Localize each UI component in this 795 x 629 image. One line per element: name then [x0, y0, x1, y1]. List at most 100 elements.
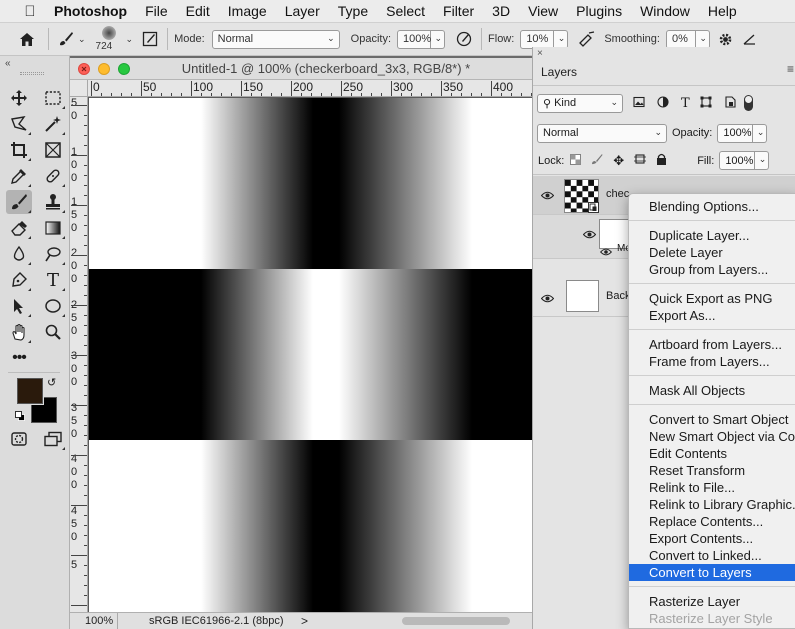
brush-settings-icon[interactable] — [139, 28, 161, 50]
canvas[interactable] — [89, 98, 532, 612]
ellipse-tool-icon[interactable] — [40, 294, 66, 318]
adjustment-filter-icon[interactable] — [657, 95, 669, 111]
flow-dropdown[interactable]: ⌄ — [554, 29, 569, 49]
menu-select[interactable]: Select — [377, 3, 434, 19]
menu-item-convert-to-layers[interactable]: Convert to Layers — [629, 564, 795, 581]
menu-item-relink-to-file[interactable]: Relink to File... — [629, 479, 795, 496]
blend-mode-dropdown[interactable]: Normal ⌄ — [537, 123, 667, 143]
menu-window[interactable]: Window — [631, 3, 699, 19]
pen-tool-icon[interactable] — [6, 268, 32, 292]
horizontal-scrollbar[interactable] — [402, 617, 510, 625]
eye-icon[interactable] — [540, 292, 555, 306]
panel-grip[interactable] — [20, 72, 44, 75]
menu-item-convert-to-linked[interactable]: Convert to Linked... — [629, 547, 795, 564]
menu-item-reset-transform[interactable]: Reset Transform — [629, 462, 795, 479]
menu-item-mask-all-objects[interactable]: Mask All Objects — [629, 382, 795, 399]
opacity-input[interactable]: 100% — [397, 29, 431, 49]
eye-icon[interactable] — [582, 228, 597, 242]
menu-item-frame-from-layers[interactable]: Frame from Layers... — [629, 353, 795, 370]
brush-tool-icon[interactable] — [55, 28, 77, 50]
apple-icon[interactable]:  — [19, 3, 41, 20]
fill-input[interactable]: 100% — [719, 151, 756, 170]
menu-item-duplicate-layer[interactable]: Duplicate Layer... — [629, 227, 795, 244]
lasso-tool-icon[interactable] — [6, 112, 32, 136]
mode-dropdown[interactable]: Normal ⌄ — [211, 29, 340, 49]
layer-opacity-input[interactable]: 100% — [717, 123, 754, 143]
fill-dropdown[interactable]: ⌄ — [755, 151, 770, 170]
chevron-down-icon[interactable]: ⌄ — [126, 34, 134, 45]
filter-toggle-switch[interactable] — [743, 95, 753, 111]
marquee-tool-icon[interactable] — [40, 86, 66, 110]
smoothing-input[interactable]: 0% — [665, 29, 696, 49]
lock-position-icon[interactable]: ✥ — [613, 153, 624, 169]
crop-tool-icon[interactable] — [6, 138, 32, 162]
type-tool-icon[interactable]: T — [40, 268, 66, 292]
stamp-tool-icon[interactable] — [40, 190, 66, 214]
magic-wand-icon[interactable] — [40, 112, 66, 136]
healing-brush-icon[interactable] — [40, 164, 66, 188]
brush-preset-picker[interactable]: 724 — [94, 24, 124, 54]
opacity-dropdown[interactable]: ⌄ — [431, 29, 446, 49]
menu-item-blending-options[interactable]: Blending Options... — [629, 198, 795, 215]
lock-transparent-icon[interactable] — [570, 153, 582, 168]
layer-opacity-dropdown[interactable]: ⌄ — [753, 123, 768, 143]
menu-plugins[interactable]: Plugins — [567, 3, 631, 19]
hand-tool-icon[interactable] — [6, 320, 32, 344]
menu-item-new-smart-object-via-cop[interactable]: New Smart Object via Cop — [629, 428, 795, 445]
default-colors-icon[interactable] — [15, 409, 25, 424]
menu-item-export-as[interactable]: Export As... — [629, 307, 795, 324]
eye-icon[interactable] — [600, 245, 612, 259]
zoom-tool-icon[interactable] — [40, 320, 66, 344]
gradient-tool-icon[interactable] — [40, 216, 66, 240]
menu-3d[interactable]: 3D — [483, 3, 519, 19]
menu-app-name[interactable]: Photoshop — [41, 3, 136, 19]
swap-colors-icon[interactable]: ↺ — [47, 376, 56, 389]
home-icon[interactable] — [16, 28, 38, 50]
status-menu-arrow[interactable]: > — [301, 614, 308, 628]
tab-layers[interactable]: Layers — [541, 65, 577, 79]
dodge-tool-icon[interactable] — [40, 242, 66, 266]
menu-file[interactable]: File — [136, 3, 177, 19]
collapse-panel-icon[interactable]: « — [5, 58, 11, 69]
menu-item-rasterize-layer[interactable]: Rasterize Layer — [629, 593, 795, 610]
brush-tool-icon[interactable] — [6, 190, 32, 214]
menu-image[interactable]: Image — [219, 3, 276, 19]
vertical-ruler[interactable]: 501001502002503003504004505 — [70, 97, 88, 612]
lock-all-icon[interactable] — [656, 153, 667, 168]
eyedropper-icon[interactable] — [6, 164, 32, 188]
filter-kind-dropdown[interactable]: ⚲ Kind ⌄ — [537, 93, 623, 113]
quick-mask-icon[interactable] — [6, 427, 32, 451]
image-filter-icon[interactable] — [633, 96, 645, 111]
shape-filter-icon[interactable] — [700, 96, 712, 111]
menu-item-relink-to-library-graphic[interactable]: Relink to Library Graphic... — [629, 496, 795, 513]
flow-input[interactable]: 10% — [520, 29, 555, 49]
chevron-down-icon[interactable]: ⌄ — [78, 34, 86, 45]
menu-help[interactable]: Help — [699, 3, 746, 19]
eraser-tool-icon[interactable] — [6, 216, 32, 240]
menu-item-convert-to-smart-object[interactable]: Convert to Smart Object — [629, 411, 795, 428]
menu-item-edit-contents[interactable]: Edit Contents — [629, 445, 795, 462]
menu-item-export-contents[interactable]: Export Contents... — [629, 530, 795, 547]
more-tools-icon[interactable]: ••• — [6, 346, 32, 370]
smart-object-filter-icon[interactable] — [724, 95, 736, 111]
path-selection-icon[interactable] — [6, 294, 32, 318]
lock-pixels-icon[interactable] — [591, 153, 603, 168]
screen-mode-icon[interactable] — [40, 427, 66, 451]
document-title-bar[interactable]: Untitled-1 @ 100% (checkerboard_3x3, RGB… — [70, 58, 532, 80]
menu-view[interactable]: View — [519, 3, 567, 19]
menu-layer[interactable]: Layer — [276, 3, 329, 19]
menu-item-quick-export-as-png[interactable]: Quick Export as PNG — [629, 290, 795, 307]
menu-type[interactable]: Type — [329, 3, 377, 19]
ruler-origin[interactable] — [70, 80, 88, 97]
menu-item-delete-layer[interactable]: Delete Layer — [629, 244, 795, 261]
move-tool-icon[interactable] — [6, 86, 32, 110]
smoothing-dropdown[interactable]: ⌄ — [695, 29, 710, 49]
menu-edit[interactable]: Edit — [177, 3, 219, 19]
menu-item-group-from-layers[interactable]: Group from Layers... — [629, 261, 795, 278]
menu-item-replace-contents[interactable]: Replace Contents... — [629, 513, 795, 530]
blur-tool-icon[interactable] — [6, 242, 32, 266]
layer-name[interactable]: chec — [606, 188, 629, 200]
eye-icon[interactable] — [540, 189, 555, 203]
menu-filter[interactable]: Filter — [434, 3, 483, 19]
zoom-level[interactable]: 100% — [85, 615, 113, 627]
